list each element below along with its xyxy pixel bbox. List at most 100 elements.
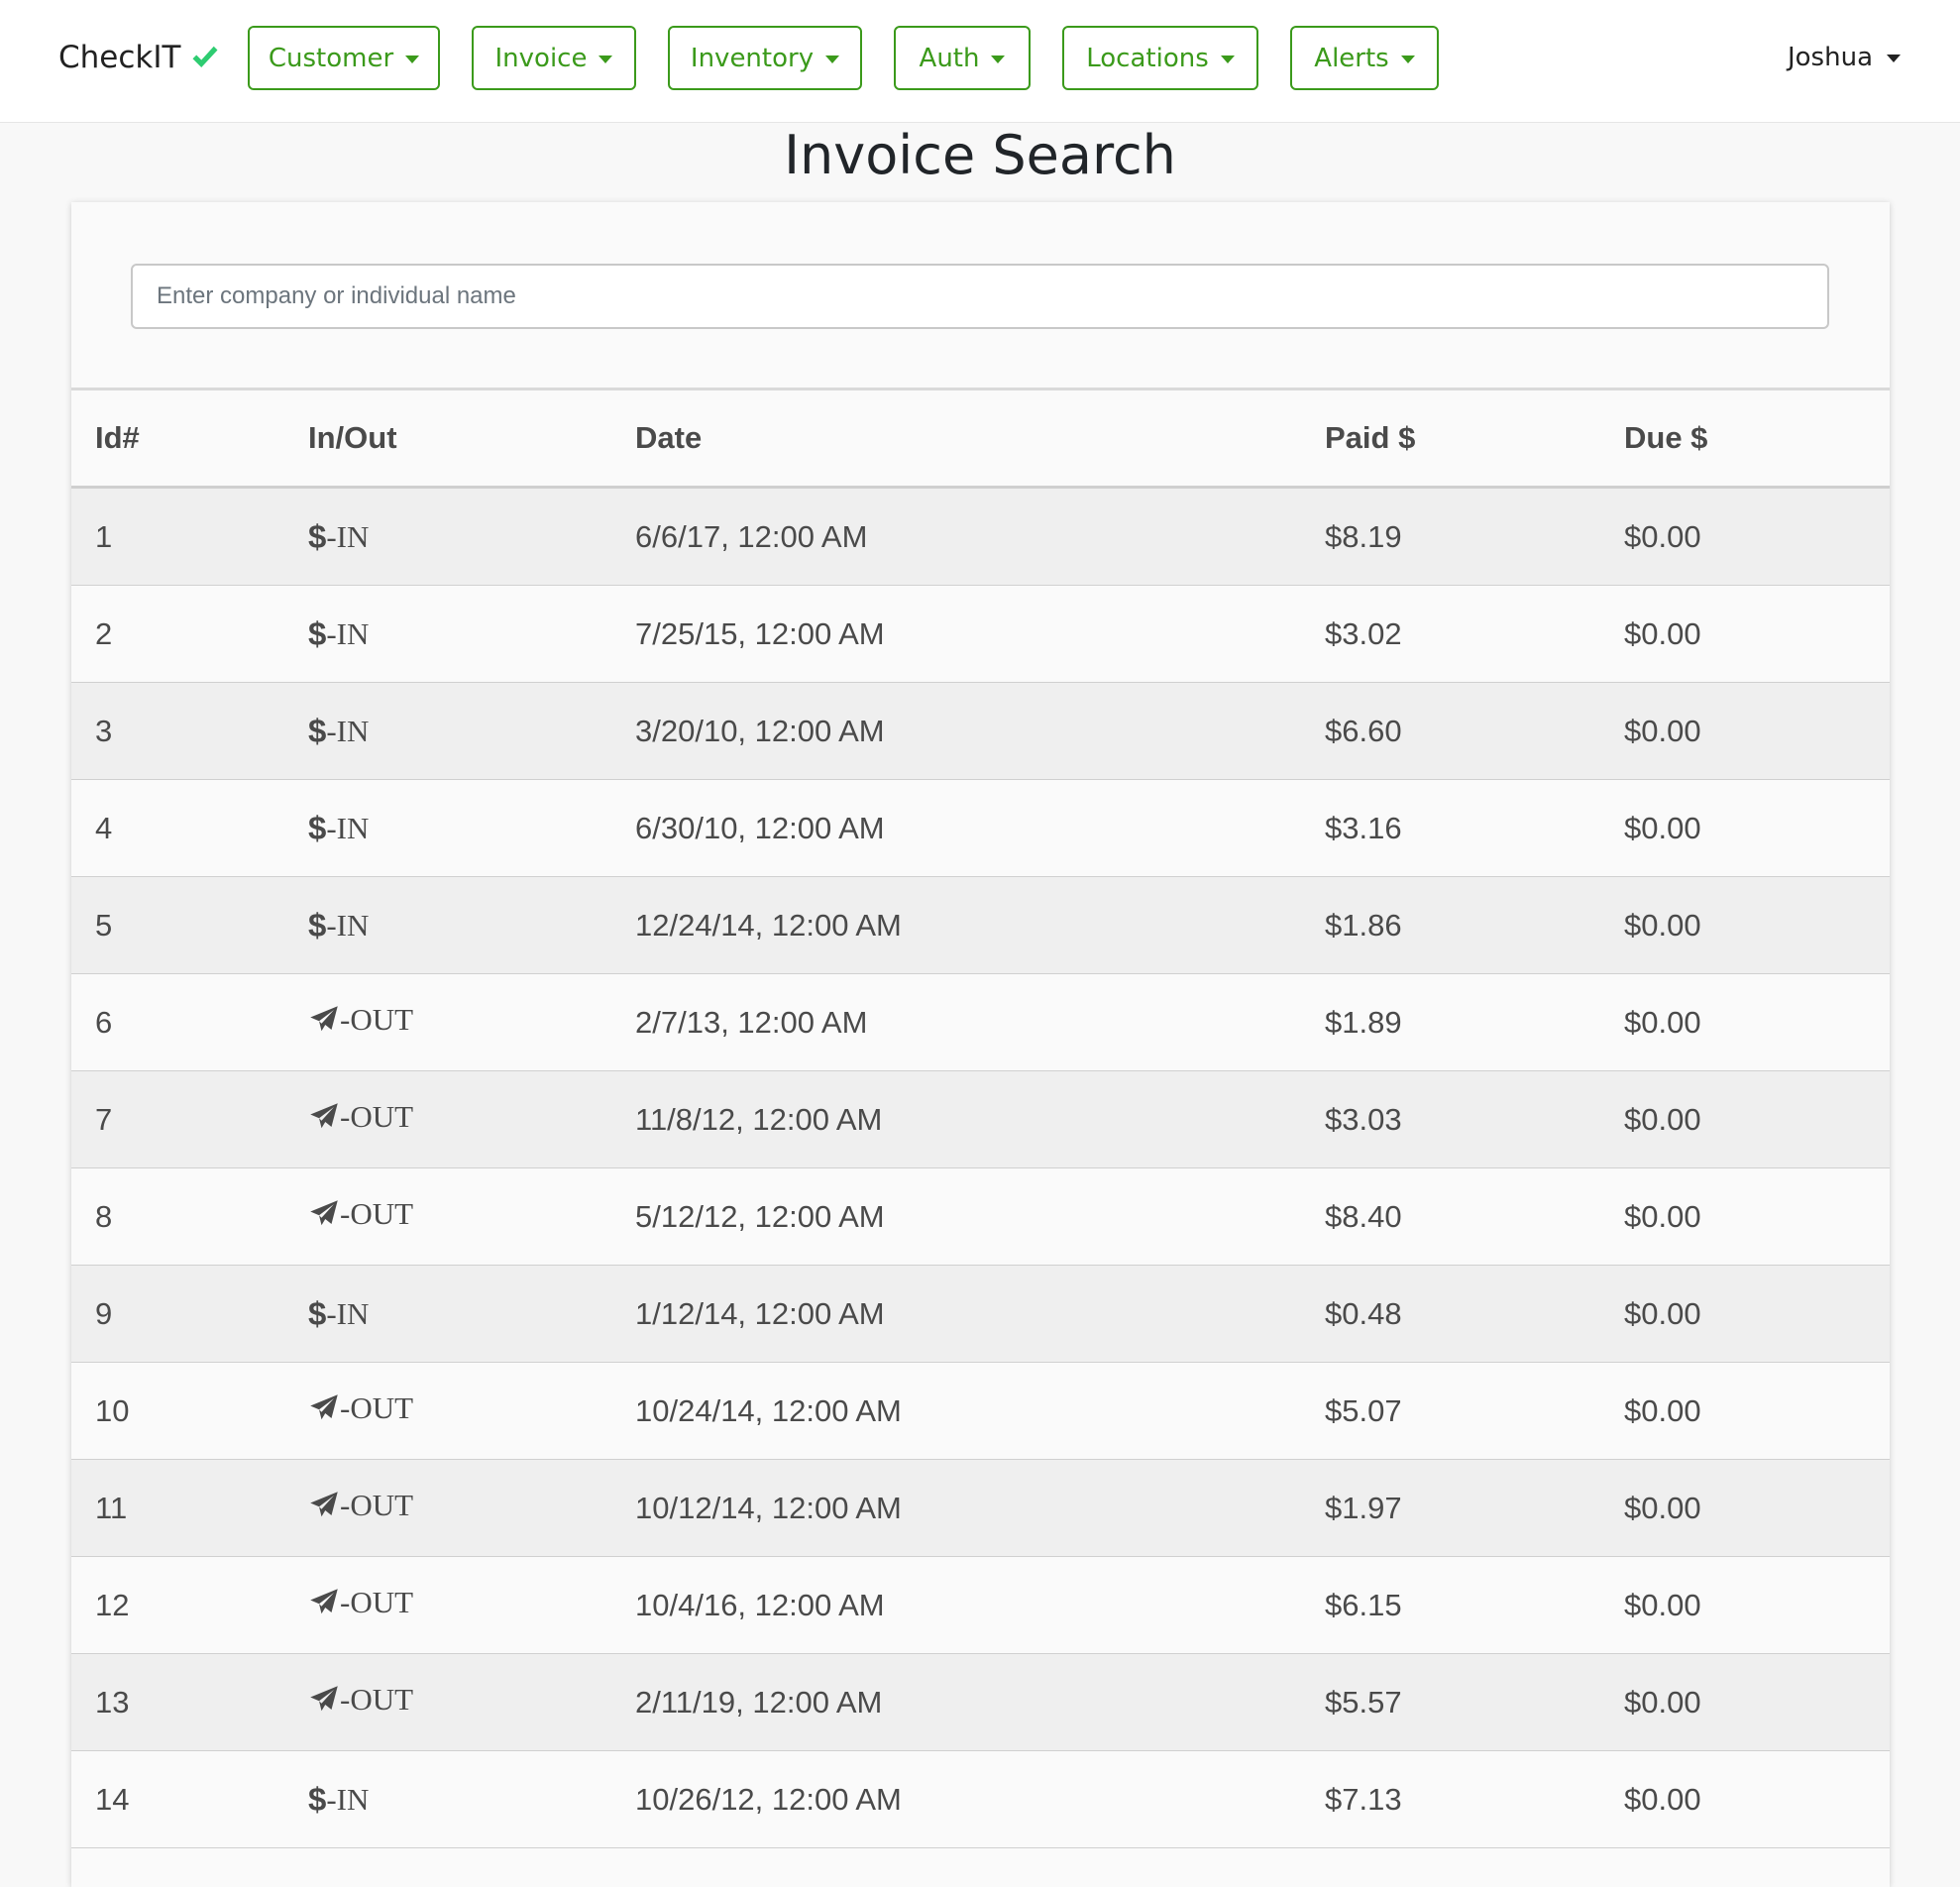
direction-label: -IN	[326, 907, 370, 943]
cell-paid: $8.40	[1301, 1167, 1600, 1266]
direction-label: -OUT	[340, 1196, 414, 1231]
cell-id: 2	[71, 585, 284, 683]
cell-in-out: $ -IN	[284, 876, 611, 974]
cell-in-out: $ -IN	[284, 682, 611, 780]
cell-id: 13	[71, 1653, 284, 1751]
cell-date: 6/30/10, 12:00 AM	[611, 779, 1301, 877]
table-row[interactable]: 14 $ -IN 10/26/12, 12:00 AM $7.13 $0.00	[71, 1750, 1890, 1848]
paper-plane-icon	[308, 1588, 340, 1617]
cell-due: $0.00	[1600, 1556, 1890, 1654]
cell-id: 11	[71, 1459, 284, 1557]
cell-due: $0.00	[1600, 1653, 1890, 1751]
direction-label: -IN	[326, 713, 370, 748]
page-title: Invoice Search	[784, 124, 1176, 186]
top-navbar: CheckIT Customer Invoice Inventory Auth …	[0, 0, 1960, 123]
user-name: Joshua	[1787, 43, 1873, 72]
cell-id: 4	[71, 779, 284, 877]
table-row[interactable]: 7 -OUT 11/8/12, 12:00 AM $3.03 $0.00	[71, 1070, 1890, 1168]
table-row[interactable]: 10 -OUT 10/24/14, 12:00 AM $5.07 $0.00	[71, 1362, 1890, 1460]
direction-label: -IN	[326, 1781, 370, 1817]
nav-menu-label: Auth	[919, 43, 980, 73]
cell-paid: $6.15	[1301, 1556, 1600, 1654]
direction-label: -OUT	[340, 1585, 414, 1619]
dollar-icon: $	[308, 1780, 327, 1818]
nav-menu-customer[interactable]: Customer	[248, 26, 440, 90]
checkmark-icon	[192, 46, 218, 67]
nav-menu-alerts[interactable]: Alerts	[1290, 26, 1439, 90]
table-row[interactable]: 13 -OUT 2/11/19, 12:00 AM $5.57 $0.00	[71, 1653, 1890, 1751]
direction-indicator: -OUT	[308, 1488, 413, 1523]
cell-date: 10/12/14, 12:00 AM	[611, 1459, 1301, 1557]
table-row[interactable]: 6 -OUT 2/7/13, 12:00 AM $1.89 $0.00	[71, 973, 1890, 1071]
direction-label: -IN	[326, 518, 370, 554]
dollar-icon: $	[308, 712, 327, 749]
search-input[interactable]	[131, 264, 1829, 329]
nav-menu-label: Invoice	[494, 43, 588, 73]
table-row[interactable]: 5 $ -IN 12/24/14, 12:00 AM $1.86 $0.00	[71, 876, 1890, 974]
cell-due: $0.00	[1600, 585, 1890, 683]
column-header-in-out[interactable]: In/Out	[284, 390, 611, 489]
table-row[interactable]: 11 -OUT 10/12/14, 12:00 AM $1.97 $0.00	[71, 1459, 1890, 1557]
dollar-icon: $	[308, 614, 327, 652]
cell-due: $0.00	[1600, 1265, 1890, 1363]
column-header-id[interactable]: Id#	[71, 390, 284, 489]
cell-date: 1/12/14, 12:00 AM	[611, 1265, 1301, 1363]
direction-indicator: $ -IN	[308, 810, 369, 847]
direction-label: -OUT	[340, 1002, 414, 1037]
table-row[interactable]: 1 $ -IN 6/6/17, 12:00 AM $8.19 $0.00	[71, 487, 1890, 586]
cell-paid: $8.19	[1301, 487, 1600, 586]
brand-name: CheckIT	[58, 40, 181, 75]
nav-menu-label: Inventory	[690, 43, 815, 73]
paper-plane-icon	[308, 1491, 340, 1520]
cell-paid: $3.02	[1301, 585, 1600, 683]
cell-due: $0.00	[1600, 1750, 1890, 1848]
table-row[interactable]: 9 $ -IN 1/12/14, 12:00 AM $0.48 $0.00	[71, 1265, 1890, 1363]
nav-menu-label: Alerts	[1314, 43, 1389, 73]
caret-down-icon	[825, 55, 840, 63]
cell-date: 2/11/19, 12:00 AM	[611, 1653, 1301, 1751]
cell-id: 7	[71, 1070, 284, 1168]
cell-paid: $7.13	[1301, 1750, 1600, 1848]
cell-date: 11/8/12, 12:00 AM	[611, 1070, 1301, 1168]
user-menu[interactable]: Joshua	[1788, 38, 1901, 77]
cell-id: 8	[71, 1167, 284, 1266]
cell-paid: $3.16	[1301, 779, 1600, 877]
brand-logo[interactable]: CheckIT	[58, 36, 220, 79]
direction-indicator: $ -IN	[308, 1781, 369, 1819]
nav-menu-locations[interactable]: Locations	[1062, 26, 1258, 90]
direction-label: -OUT	[340, 1390, 414, 1425]
direction-indicator: -OUT	[308, 1390, 413, 1426]
invoice-table: Id# In/Out Date Paid $ Due $ 1 $ -IN 6/6/17…	[71, 390, 1890, 1848]
nav-menu-auth[interactable]: Auth	[894, 26, 1031, 90]
cell-in-out: -OUT	[284, 1459, 611, 1557]
cell-due: $0.00	[1600, 682, 1890, 780]
cell-id: 12	[71, 1556, 284, 1654]
cell-due: $0.00	[1600, 973, 1890, 1071]
dollar-icon: $	[308, 1294, 327, 1332]
table-row[interactable]: 2 $ -IN 7/25/15, 12:00 AM $3.02 $0.00	[71, 585, 1890, 683]
cell-due: $0.00	[1600, 779, 1890, 877]
cell-paid: $6.60	[1301, 682, 1600, 780]
caret-down-icon	[405, 55, 420, 63]
table-row[interactable]: 3 $ -IN 3/20/10, 12:00 AM $6.60 $0.00	[71, 682, 1890, 780]
column-header-due[interactable]: Due $	[1600, 390, 1890, 489]
paper-plane-icon	[308, 1685, 340, 1715]
nav-menu-label: Customer	[268, 43, 394, 73]
table-row[interactable]: 12 -OUT 10/4/16, 12:00 AM $6.15 $0.00	[71, 1556, 1890, 1654]
direction-label: -IN	[326, 810, 370, 845]
search-area	[71, 202, 1890, 390]
column-header-paid[interactable]: Paid $	[1301, 390, 1600, 489]
paper-plane-icon	[308, 1393, 340, 1423]
nav-menu-inventory[interactable]: Inventory	[668, 26, 862, 90]
column-header-date[interactable]: Date	[611, 390, 1301, 489]
cell-due: $0.00	[1600, 1070, 1890, 1168]
table-row[interactable]: 8 -OUT 5/12/12, 12:00 AM $8.40 $0.00	[71, 1167, 1890, 1266]
cell-date: 10/24/14, 12:00 AM	[611, 1362, 1301, 1460]
direction-indicator: -OUT	[308, 1585, 413, 1620]
table-row[interactable]: 4 $ -IN 6/30/10, 12:00 AM $3.16 $0.00	[71, 779, 1890, 877]
nav-menu-invoice[interactable]: Invoice	[472, 26, 636, 90]
cell-date: 7/25/15, 12:00 AM	[611, 585, 1301, 683]
dollar-icon: $	[308, 809, 327, 846]
cell-id: 9	[71, 1265, 284, 1363]
nav-menu-label: Locations	[1086, 43, 1209, 73]
